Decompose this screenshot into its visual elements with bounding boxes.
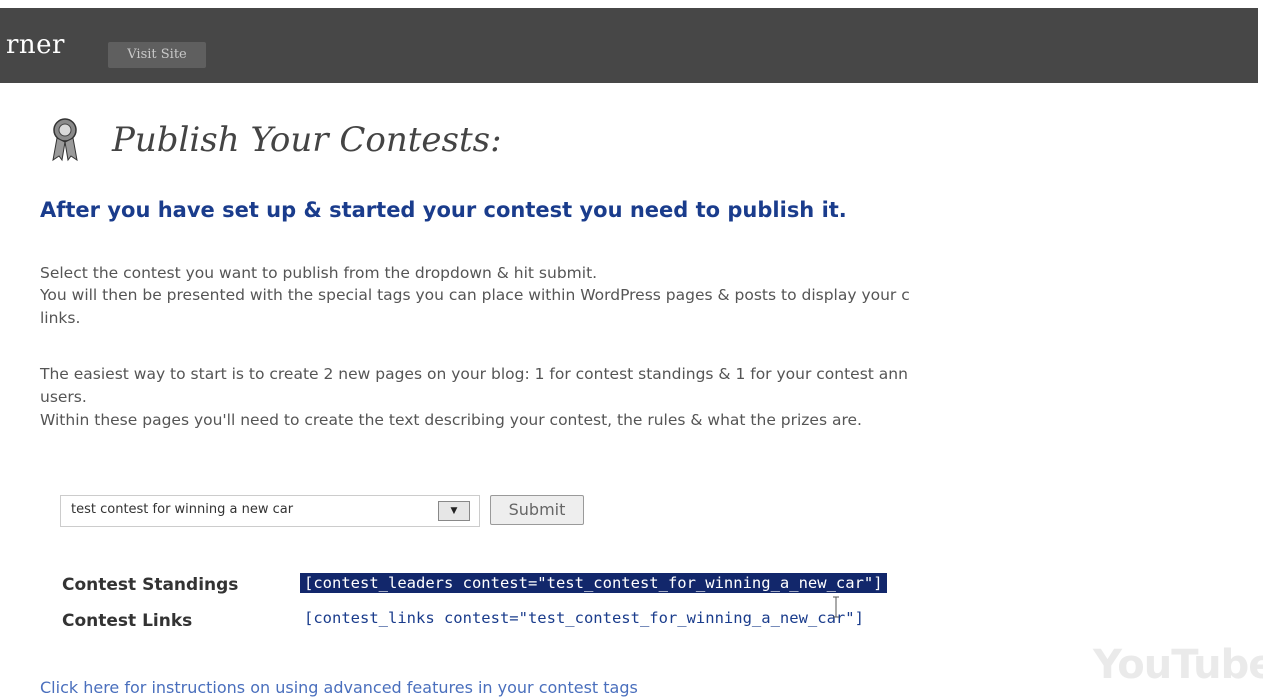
- contest-select[interactable]: test contest for winning a new car ▼: [60, 495, 480, 527]
- contest-standings-tag[interactable]: [contest_leaders contest="test_contest_f…: [300, 573, 887, 593]
- instruction-line: Select the contest you want to publish f…: [40, 264, 598, 282]
- youtube-watermark: YouTube: [1093, 642, 1263, 688]
- submit-button[interactable]: Submit: [490, 495, 584, 525]
- advanced-instructions-link[interactable]: Click here for instructions on using adv…: [40, 678, 638, 697]
- instruction-line: Within these pages you'll need to create…: [40, 411, 862, 429]
- section-subheading: After you have set up & started your con…: [40, 198, 847, 222]
- site-title[interactable]: rner: [6, 30, 65, 60]
- admin-top-bar: rner Visit Site: [0, 8, 1258, 83]
- instruction-line: users.: [40, 388, 87, 406]
- instruction-line: The easiest way to start is to create 2 …: [40, 365, 908, 383]
- contest-links-tag[interactable]: [contest_links contest="test_contest_for…: [300, 608, 868, 628]
- page-title: Publish Your Contests:: [112, 120, 502, 160]
- instruction-line: You will then be presented with the spec…: [40, 286, 910, 304]
- award-ribbon-icon: [52, 118, 78, 162]
- visit-site-button[interactable]: Visit Site: [108, 42, 206, 68]
- contest-links-label: Contest Links: [62, 611, 193, 631]
- text-cursor-icon: [833, 596, 839, 618]
- chevron-down-icon[interactable]: ▼: [438, 501, 470, 521]
- instruction-line: links.: [40, 309, 81, 327]
- contest-select-value: test contest for winning a new car: [71, 502, 294, 517]
- contest-standings-label: Contest Standings: [62, 575, 239, 595]
